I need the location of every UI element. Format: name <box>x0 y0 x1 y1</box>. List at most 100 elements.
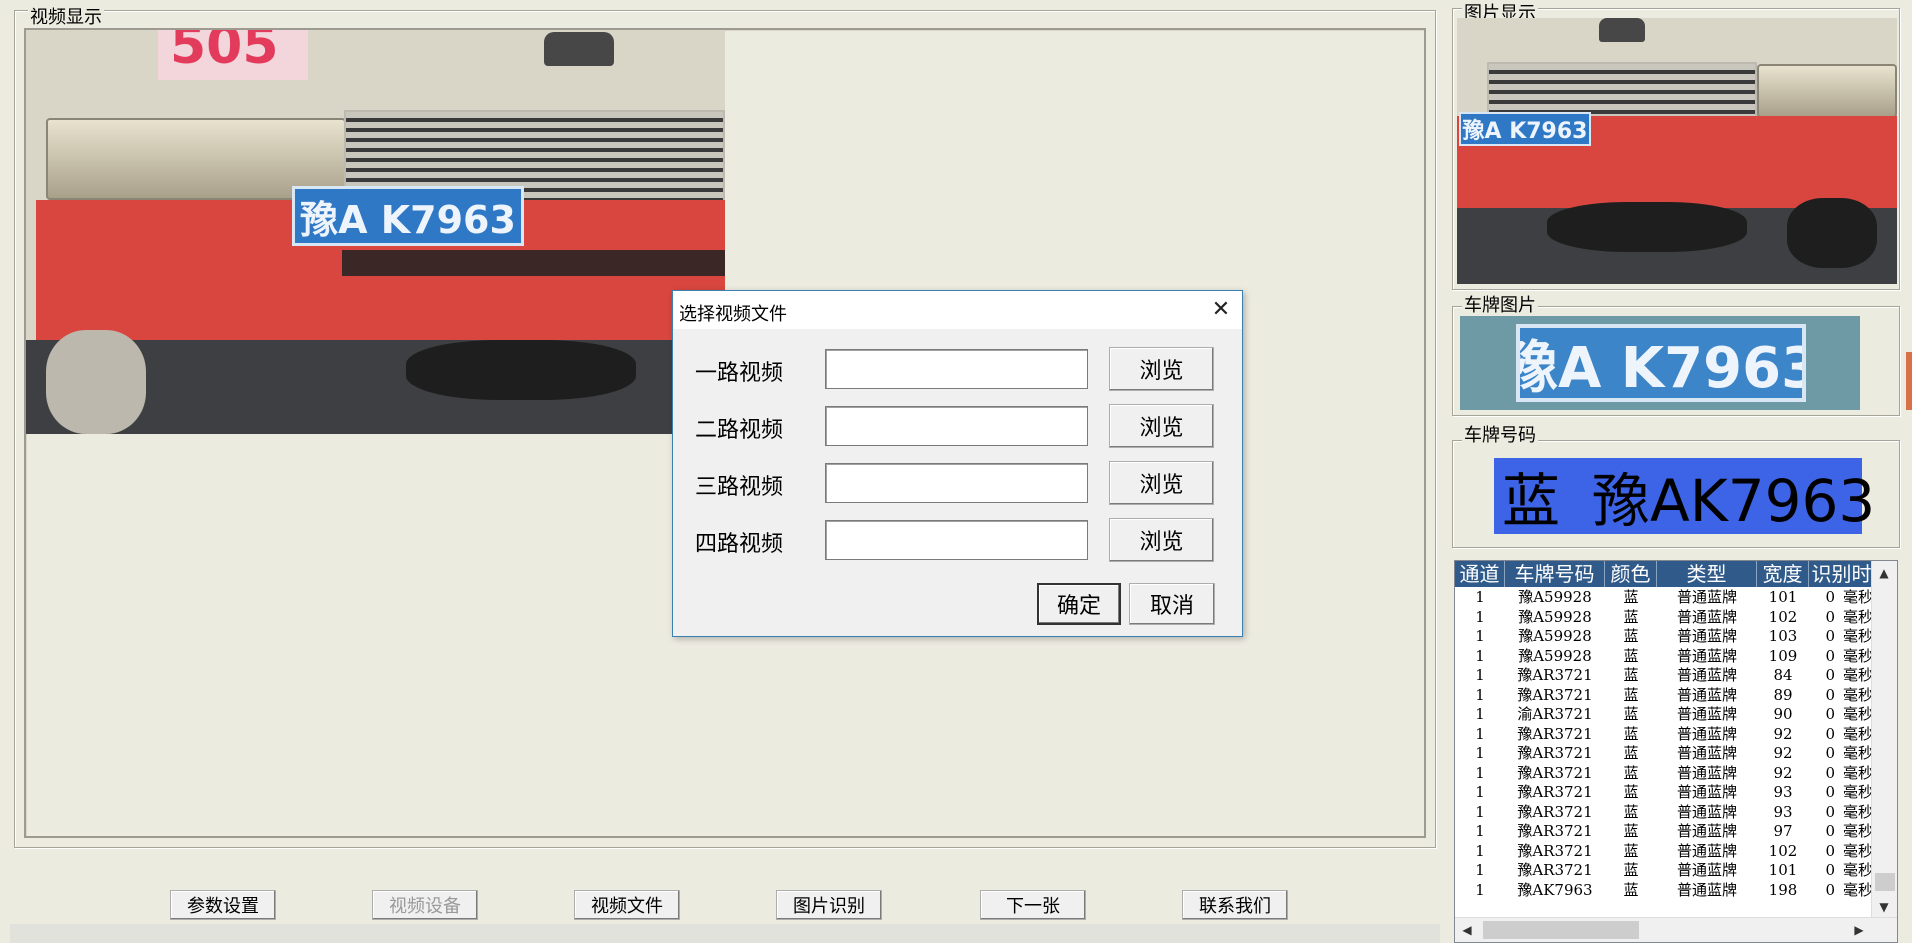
table-row[interactable]: 1 豫AR3721 蓝 普通蓝牌 97 0 毫秒 <box>1455 822 1875 842</box>
status-strip <box>10 924 1440 943</box>
table-cell: 1 <box>1475 705 1485 723</box>
captured-roof-light <box>1599 18 1645 42</box>
video-file-button[interactable]: 视频文件 <box>574 890 680 920</box>
vertical-scroll-thumb[interactable] <box>1875 873 1895 891</box>
video-device-button[interactable]: 视频设备 <box>372 890 478 920</box>
horizontal-scroll-thumb[interactable] <box>1483 921 1639 939</box>
table-body: 1 豫A59928 蓝普通蓝牌 101 0 毫秒 1 豫A59928 蓝普通蓝牌 102 0 毫秒 1 豫… <box>1455 588 1875 900</box>
close-icon[interactable]: ✕ <box>1208 297 1234 323</box>
column-header[interactable]: 宽度 <box>1757 561 1809 587</box>
column-header[interactable]: 颜色 <box>1605 561 1657 587</box>
browse-button-4[interactable]: 浏览 <box>1109 518 1214 562</box>
recognition-time-unit: 毫秒 <box>1843 880 1874 899</box>
table-cell: 普通蓝牌 <box>1676 744 1737 762</box>
table-row[interactable]: 1 豫A59928 蓝 普通蓝牌 101 0 毫秒 <box>1455 588 1875 608</box>
table-row[interactable]: 1 豫AR3721 蓝 普通蓝牌 93 0 毫秒 <box>1455 783 1875 803</box>
table-row[interactable]: 1 豫AR3721 蓝 普通蓝牌 93 0 毫秒 <box>1455 803 1875 823</box>
dialog-titlebar[interactable]: 选择视频文件 ✕ <box>673 291 1242 329</box>
recognition-time-value: 0 <box>1825 627 1835 645</box>
table-cell: 1 <box>1475 880 1485 899</box>
plate-color-text: 蓝 <box>1502 467 1561 535</box>
table-cell: 93 <box>1773 802 1793 821</box>
table-row[interactable]: 1 豫A59928 蓝 普通蓝牌 103 0 毫秒 <box>1455 627 1875 647</box>
table-cell: 蓝 <box>1623 705 1639 723</box>
table-cell: 0 毫秒 <box>1809 881 1875 901</box>
recognition-time-unit: 毫秒 <box>1843 724 1874 743</box>
table-row[interactable]: 1 豫AR3721 蓝 普通蓝牌 101 0 毫秒 <box>1455 861 1875 881</box>
captured-axle <box>1547 202 1747 252</box>
table-cell: 97 <box>1773 822 1793 840</box>
table-row[interactable]: 1 豫A59928 蓝 普通蓝牌 109 0 毫秒 <box>1455 647 1875 667</box>
table-cell: 1 <box>1475 841 1485 860</box>
settings-button[interactable]: 参数设置 <box>170 890 276 920</box>
video-source-input-2[interactable] <box>825 406 1088 446</box>
table-row[interactable]: 1 豫A59928 蓝 普通蓝牌 102 0 毫秒 <box>1455 608 1875 628</box>
table-cell: 普通蓝牌 <box>1676 783 1737 801</box>
table-row[interactable]: 1 豫AR3721 蓝 普通蓝牌 92 0 毫秒 <box>1455 744 1875 764</box>
scroll-up-icon[interactable]: ▲ <box>1872 561 1896 585</box>
table-cell: 豫AR3721 <box>1517 861 1593 879</box>
table-cell: 0 毫秒 <box>1809 705 1875 725</box>
table-cell: 101 <box>1768 588 1798 606</box>
video-source-label-2: 二路视频 <box>695 418 784 443</box>
column-header[interactable]: 通道 <box>1455 561 1505 587</box>
table-row[interactable]: 1 豫AR3721 蓝 普通蓝牌 84 0 毫秒 <box>1455 666 1875 686</box>
table-cell: 普通蓝牌 <box>1676 685 1737 704</box>
horizontal-scrollbar[interactable]: ◀ ▶ <box>1455 917 1897 942</box>
video-display-title: 视频显示 <box>28 7 104 28</box>
column-header[interactable]: 类型 <box>1657 561 1757 587</box>
select-video-dialog: 选择视频文件 ✕ 一路视频 浏览 二路视频 浏览 三路视频 浏览 四路视频 浏览 确定 取消 <box>672 290 1243 637</box>
ok-button[interactable]: 确定 <box>1037 583 1121 625</box>
browse-button-2[interactable]: 浏览 <box>1109 404 1214 448</box>
table-row[interactable]: 1 豫AR3721 蓝 普通蓝牌 89 0 毫秒 <box>1455 686 1875 706</box>
table-cell: 普通蓝牌 <box>1676 666 1737 684</box>
video-source-label-1: 一路视频 <box>695 361 784 386</box>
table-cell: 普通蓝牌 <box>1676 607 1737 626</box>
cancel-button[interactable]: 取消 <box>1129 583 1215 625</box>
table-cell: 豫A59928 <box>1518 646 1592 665</box>
results-table[interactable]: 通道 车牌号码 颜色 类型 宽度 识别时 1 豫A59928 蓝普通蓝牌 101 0 毫秒 1 豫A59… <box>1454 560 1898 943</box>
browse-button-3[interactable]: 浏览 <box>1109 461 1214 505</box>
contact-button[interactable]: 联系我们 <box>1182 890 1288 920</box>
video-source-input-4[interactable] <box>825 520 1088 560</box>
recognition-time-value: 0 <box>1825 783 1835 801</box>
table-cell: 蓝 <box>1623 861 1639 879</box>
table-cell: 92 <box>1773 763 1793 782</box>
column-header[interactable]: 车牌号码 <box>1505 561 1605 587</box>
browse-button-1[interactable]: 浏览 <box>1109 347 1214 391</box>
scroll-right-icon[interactable]: ▶ <box>1847 918 1871 942</box>
recognition-time-value: 0 <box>1825 744 1835 762</box>
table-cell: 0 毫秒 <box>1809 647 1875 667</box>
plate-number-title: 车牌号码 <box>1462 425 1538 446</box>
column-header[interactable]: 识别时 <box>1809 561 1875 587</box>
image-recognize-button[interactable]: 图片识别 <box>776 890 882 920</box>
table-cell: 蓝 <box>1623 627 1639 645</box>
next-button[interactable]: 下一张 <box>980 890 1086 920</box>
video-source-input-3[interactable] <box>825 463 1088 503</box>
table-row[interactable]: 1 豫AR3721 蓝 普通蓝牌 92 0 毫秒 <box>1455 725 1875 745</box>
recognition-time-value: 0 <box>1825 724 1835 743</box>
table-cell: 豫AR3721 <box>1517 822 1593 840</box>
recognition-time-unit: 毫秒 <box>1843 607 1874 626</box>
table-row[interactable]: 1 渝AR3721 蓝 普通蓝牌 90 0 毫秒 <box>1455 705 1875 725</box>
scroll-down-icon[interactable]: ▼ <box>1872 895 1896 919</box>
table-row[interactable]: 1 豫AK7963 蓝 普通蓝牌 198 0 毫秒 <box>1455 881 1875 901</box>
vertical-scrollbar[interactable]: ▲ ▼ <box>1871 561 1897 919</box>
table-cell: 0 毫秒 <box>1809 627 1875 647</box>
side-scroll-tab[interactable] <box>1906 352 1912 410</box>
table-row[interactable]: 1 豫AR3721 蓝 普通蓝牌 92 0 毫秒 <box>1455 764 1875 784</box>
table-cell: 蓝 <box>1623 646 1639 665</box>
table-row[interactable]: 1 豫AR3721 蓝 普通蓝牌 102 0 毫秒 <box>1455 842 1875 862</box>
table-cell: 0 毫秒 <box>1809 744 1875 764</box>
table-cell: 蓝 <box>1623 880 1639 899</box>
table-cell: 0 毫秒 <box>1809 608 1875 628</box>
video-source-label-4: 四路视频 <box>695 532 784 557</box>
table-cell: 豫AR3721 <box>1517 841 1593 860</box>
table-cell: 1 <box>1475 607 1485 626</box>
video-source-input-1[interactable] <box>825 349 1088 389</box>
scroll-left-icon[interactable]: ◀ <box>1455 918 1479 942</box>
table-cell: 1 <box>1475 822 1485 840</box>
captured-plate: 豫A K7963 <box>1459 112 1591 146</box>
table-cell: 1 <box>1475 783 1485 801</box>
axle-shadow <box>406 340 636 400</box>
